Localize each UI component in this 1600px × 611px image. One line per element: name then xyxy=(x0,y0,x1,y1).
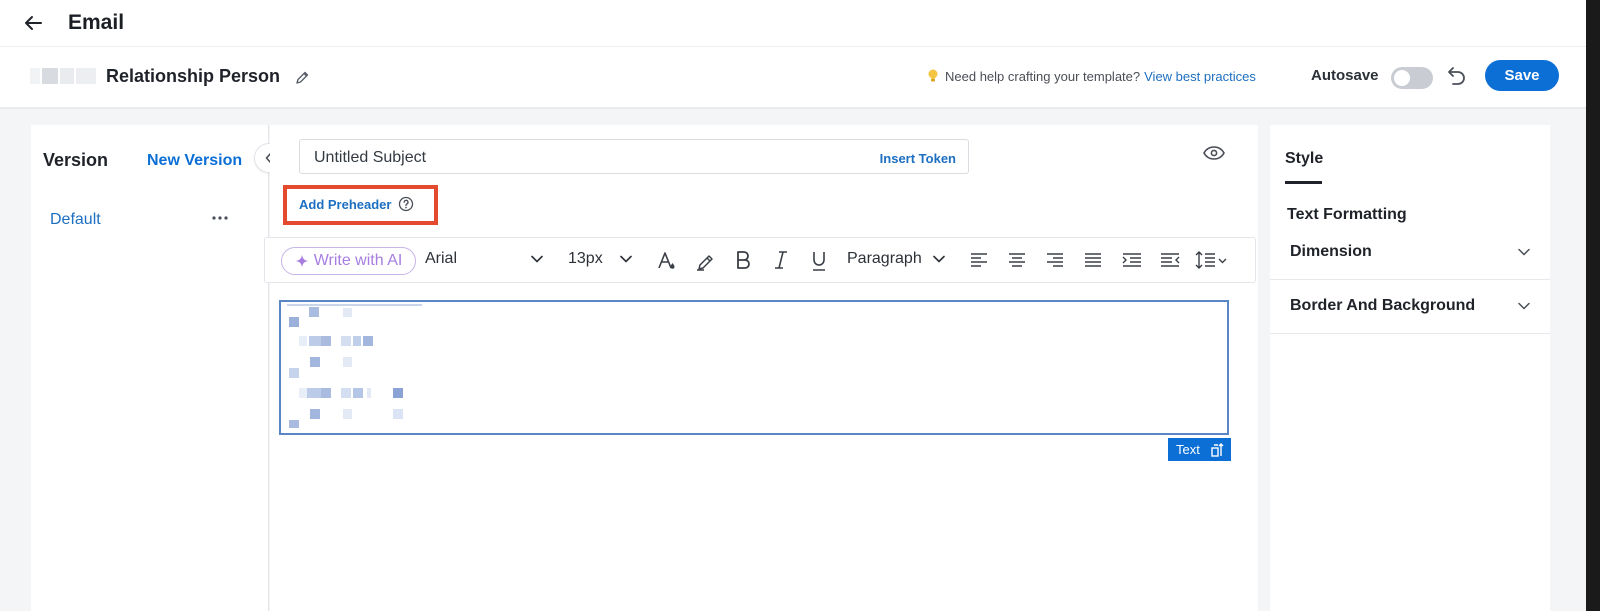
lightbulb-icon xyxy=(928,69,938,82)
redacted-text xyxy=(289,420,299,428)
redacted-text xyxy=(363,336,373,346)
window-edge xyxy=(1586,0,1600,611)
indent-icon[interactable] xyxy=(1122,252,1142,268)
align-right-icon[interactable] xyxy=(1046,252,1064,268)
write-with-ai-label: Write with AI xyxy=(313,252,403,269)
text-block-tag-label: Text xyxy=(1176,442,1200,457)
italic-icon[interactable] xyxy=(773,250,789,270)
redacted-text xyxy=(299,388,307,398)
redacted-text xyxy=(353,336,361,346)
style-panel: Style Text Formatting Dimension Border A… xyxy=(1270,125,1550,611)
redacted-text xyxy=(310,409,320,419)
chevron-down-icon xyxy=(1518,302,1530,310)
align-center-icon[interactable] xyxy=(1008,252,1026,268)
version-item-default[interactable]: Default xyxy=(50,211,101,229)
block-format-select[interactable]: Paragraph xyxy=(847,250,951,268)
subject-value: Untitled Subject xyxy=(314,149,427,166)
redacted-text xyxy=(289,368,299,378)
chevron-down-icon xyxy=(933,255,945,263)
help-text: Need help crafting your template? xyxy=(945,68,1141,84)
redacted-text xyxy=(343,357,352,367)
format-toolbar: Write with AI Arial 13px Paragraph xyxy=(264,237,1256,283)
align-justify-icon[interactable] xyxy=(1084,252,1102,268)
font-family-value: Arial xyxy=(425,250,458,267)
text-color-icon[interactable] xyxy=(657,250,677,272)
redacted-text xyxy=(321,388,331,398)
template-thumbnail xyxy=(30,68,96,84)
page-title: Email xyxy=(68,11,125,34)
version-title: Version xyxy=(43,150,109,170)
font-size-select[interactable]: 13px xyxy=(568,250,638,268)
highlight-pen-icon[interactable] xyxy=(695,250,717,272)
redacted-text xyxy=(309,336,321,346)
chevron-down-icon xyxy=(1518,248,1530,256)
redacted-text xyxy=(367,388,371,398)
underline-icon[interactable] xyxy=(811,250,827,272)
redacted-text xyxy=(353,388,363,398)
redacted-text xyxy=(309,307,319,317)
autosave-label: Autosave xyxy=(1311,67,1379,84)
toggle-knob xyxy=(1394,70,1410,86)
template-name: Relationship Person xyxy=(106,66,281,86)
accordion-label: Dimension xyxy=(1290,243,1372,260)
font-size-value: 13px xyxy=(568,250,603,267)
chevron-down-icon xyxy=(531,255,543,263)
write-with-ai-button[interactable]: Write with AI xyxy=(281,247,416,275)
text-content-block[interactable] xyxy=(279,300,1229,435)
template-header: Relationship Person Need help crafting y… xyxy=(0,47,1586,109)
subject-input[interactable]: Untitled Subject Insert Token xyxy=(299,139,969,174)
autosave-toggle[interactable] xyxy=(1391,67,1433,89)
accordion-label: Border And Background xyxy=(1290,297,1476,314)
version-panel: Version New Version Default xyxy=(31,125,269,611)
question-circle-icon[interactable] xyxy=(398,196,414,212)
redacted-text xyxy=(393,388,403,398)
save-button[interactable]: Save xyxy=(1485,60,1559,91)
insert-token-button[interactable]: Insert Token xyxy=(880,151,956,166)
help-banner: Need help crafting your template? View b… xyxy=(927,68,1256,84)
bold-icon[interactable] xyxy=(735,250,751,270)
redacted-text xyxy=(307,388,321,398)
redacted-text xyxy=(287,304,422,306)
more-options-icon[interactable] xyxy=(211,215,229,221)
undo-icon[interactable] xyxy=(1447,65,1467,87)
sparkle-icon xyxy=(295,254,309,268)
redacted-text xyxy=(341,388,351,398)
redacted-text xyxy=(289,317,299,327)
add-preheader-button[interactable]: Add Preheader xyxy=(299,196,414,212)
redacted-text xyxy=(343,409,352,419)
tab-style[interactable]: Style xyxy=(1285,150,1323,168)
editor-panel: Untitled Subject Insert Token Add Prehea… xyxy=(264,125,1258,611)
chevron-down-icon xyxy=(620,255,632,263)
accordion-dimension[interactable]: Dimension xyxy=(1270,227,1550,280)
text-block-tag[interactable]: Text xyxy=(1168,438,1231,461)
redacted-text xyxy=(299,336,307,346)
active-tab-indicator xyxy=(1285,181,1322,184)
new-version-button[interactable]: New Version xyxy=(147,152,242,170)
redacted-text xyxy=(341,336,351,346)
section-title-text-formatting: Text Formatting xyxy=(1287,206,1407,223)
pencil-icon[interactable] xyxy=(294,70,310,86)
back-arrow-icon[interactable] xyxy=(22,12,44,34)
line-height-icon[interactable] xyxy=(1195,250,1229,270)
add-preheader-label: Add Preheader xyxy=(299,196,392,212)
outdent-icon[interactable] xyxy=(1160,252,1180,268)
redacted-text xyxy=(343,308,352,317)
eye-icon[interactable] xyxy=(1203,146,1225,160)
swap-block-icon[interactable] xyxy=(1211,443,1225,457)
accordion-border-background[interactable]: Border And Background xyxy=(1270,281,1550,334)
font-family-select[interactable]: Arial xyxy=(425,250,549,268)
align-left-icon[interactable] xyxy=(970,252,988,268)
block-format-value: Paragraph xyxy=(847,250,922,267)
top-header: Email xyxy=(0,0,1586,47)
view-best-practices-link[interactable]: View best practices xyxy=(1144,69,1256,84)
redacted-text xyxy=(393,409,403,419)
redacted-text xyxy=(310,357,320,367)
redacted-text xyxy=(321,336,331,346)
